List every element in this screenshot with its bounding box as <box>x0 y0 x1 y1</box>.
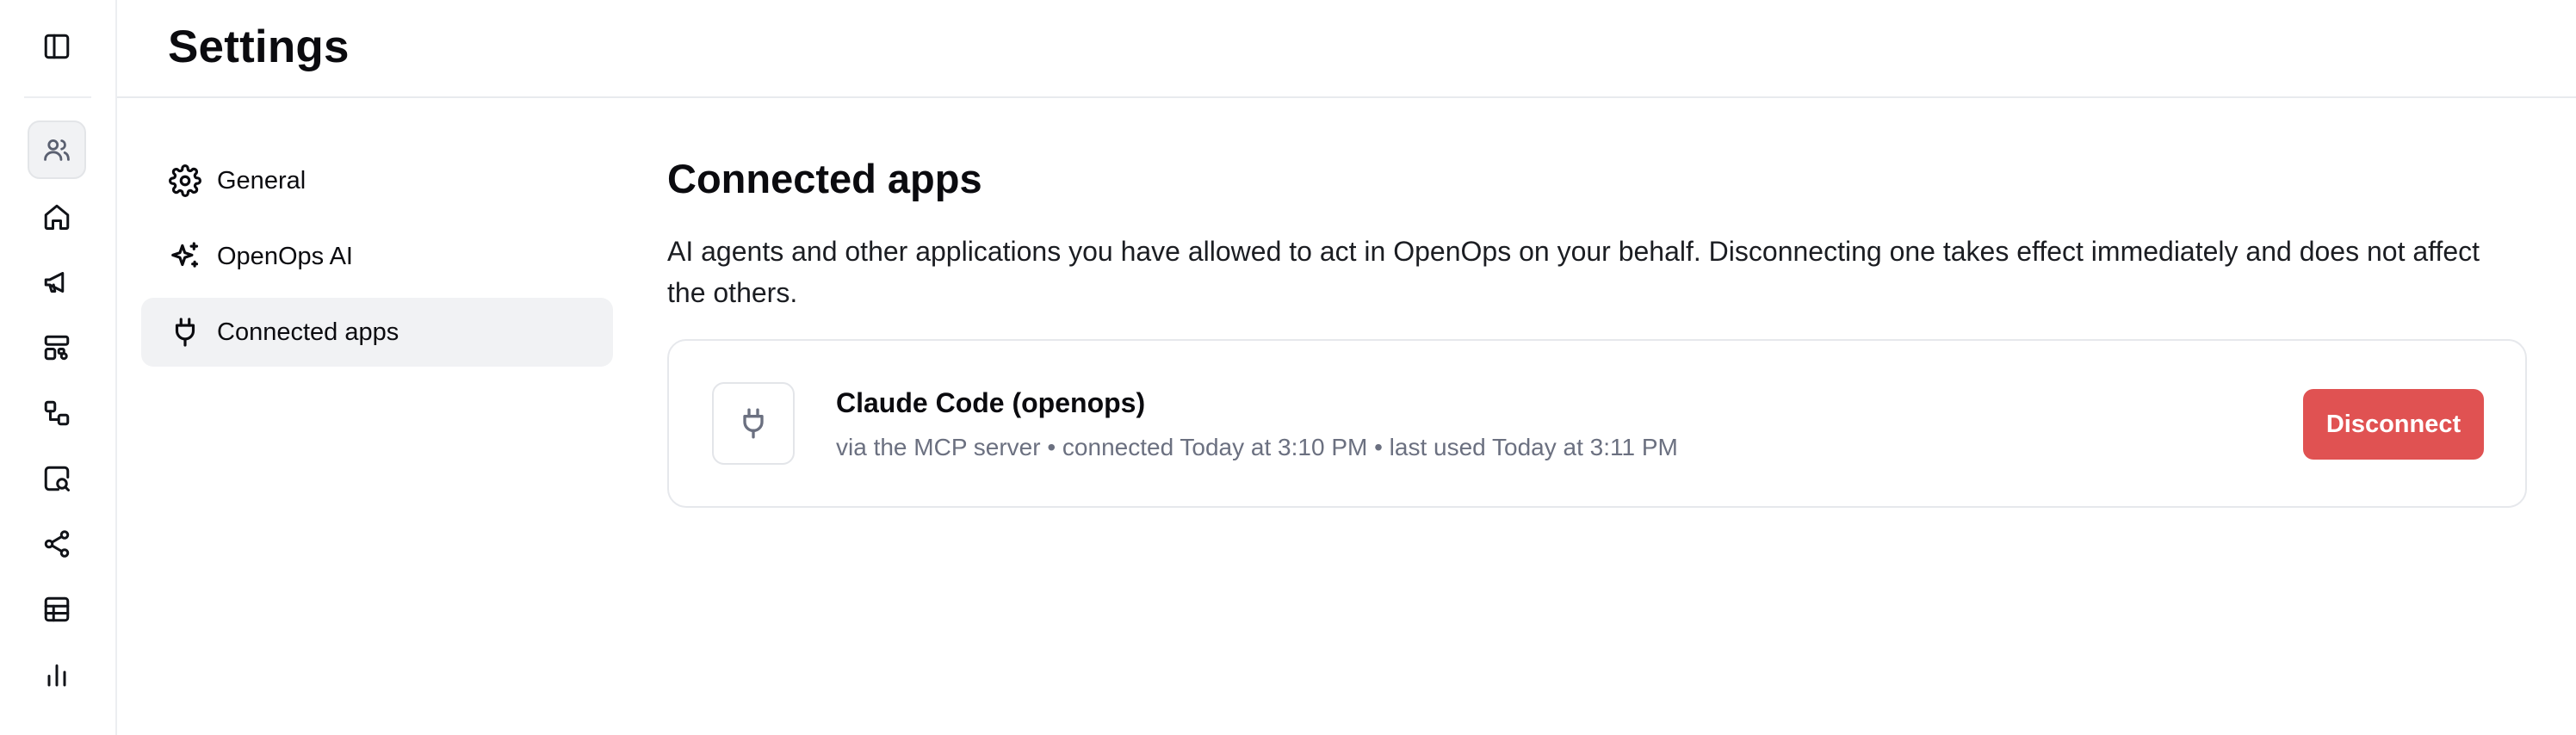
megaphone-icon <box>44 272 65 293</box>
icon-rail <box>0 0 117 735</box>
rail-item-workflows[interactable] <box>28 384 86 442</box>
rail-divider <box>24 96 91 98</box>
rail-item-announcements[interactable] <box>28 253 86 312</box>
sparkles-icon <box>171 242 199 268</box>
workflow-icon <box>44 400 70 426</box>
settings-nav-label: OpenOps AI <box>217 242 353 270</box>
settings-nav-label: General <box>217 166 307 195</box>
connected-apps-section: Connected apps AI agents and other appli… <box>667 146 2527 508</box>
page-header: Settings <box>117 0 2576 98</box>
plug-icon <box>175 318 195 347</box>
rail-item-analytics[interactable] <box>28 645 86 704</box>
disconnect-button[interactable]: Disconnect <box>2303 389 2484 460</box>
app-name: Claude Code (openops) <box>836 387 1146 418</box>
bar-chart-icon <box>47 664 66 687</box>
connected-app-card: Claude Code (openops) via the MCP server… <box>667 339 2527 508</box>
rail-item-tables[interactable] <box>28 580 86 639</box>
page-title: Settings <box>168 22 350 72</box>
share-icon <box>44 530 70 558</box>
settings-nav: General OpenOps AI Connected apps <box>141 146 613 374</box>
section-description: AI agents and other applications you hav… <box>667 236 2480 308</box>
table-icon <box>44 596 70 622</box>
plug-icon <box>743 408 764 439</box>
app-meta: via the MCP server • connected Today at … <box>836 434 1678 460</box>
layout-icon <box>44 335 70 361</box>
section-title: Connected apps <box>667 156 982 201</box>
rail-item-home[interactable] <box>28 188 86 246</box>
rail-item-connections[interactable] <box>28 515 86 573</box>
settings-nav-connected-apps[interactable]: Connected apps <box>141 298 613 367</box>
rail-item-users[interactable] <box>28 120 86 179</box>
users-icon <box>44 139 70 161</box>
rail-item-templates[interactable] <box>28 318 86 377</box>
app-icon <box>712 382 795 465</box>
home-icon <box>44 204 70 230</box>
settings-nav-openops-ai[interactable]: OpenOps AI <box>141 222 613 291</box>
panel-left-icon <box>44 34 70 59</box>
gear-icon <box>169 164 201 197</box>
sidebar-toggle-button[interactable] <box>38 28 76 65</box>
rail-item-search-runs[interactable] <box>28 449 86 508</box>
search-file-icon <box>44 466 70 491</box>
settings-nav-label: Connected apps <box>217 318 399 346</box>
settings-nav-general[interactable]: General <box>141 146 613 215</box>
